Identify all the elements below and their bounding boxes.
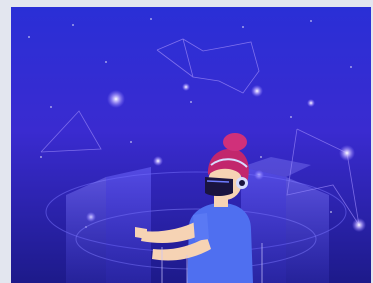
star-icon — [352, 218, 366, 232]
hair-bun — [223, 133, 247, 151]
image-frame — [0, 0, 373, 283]
star-icon — [307, 99, 315, 107]
scene-svg — [11, 7, 371, 283]
star-icon — [107, 90, 125, 108]
vr-scene — [11, 7, 371, 283]
vr-headset-icon — [205, 177, 233, 196]
star-icon — [153, 156, 163, 166]
star-icon — [339, 145, 355, 161]
star-icon — [182, 83, 190, 91]
star-icon — [251, 85, 263, 97]
